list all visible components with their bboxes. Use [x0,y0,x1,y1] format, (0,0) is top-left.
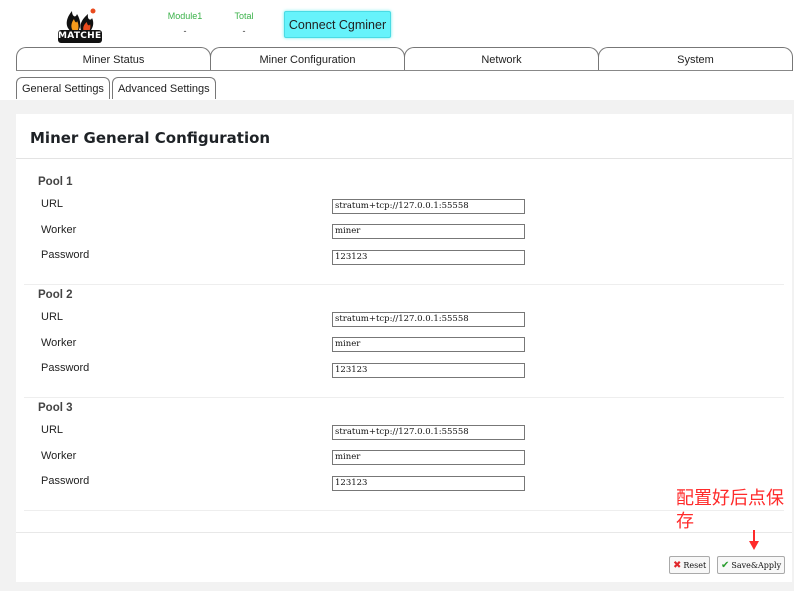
url-label: URL [41,424,64,436]
total-stat: Total - [230,11,258,36]
subtab-advanced-settings[interactable]: Advanced Settings [111,77,216,99]
arrow-down-icon [749,530,759,550]
annotation-text: 配置好后点保存 [676,488,784,532]
subtab-general-settings[interactable]: General Settings [16,77,110,99]
pool-2-url-input[interactable]: stratum+tcp://127.0.0.1:55558 [332,312,525,327]
matches-logo: MATCHES [58,5,109,45]
tab-system[interactable]: System [598,47,793,71]
worker-label: Worker [41,450,77,462]
password-label: Password [41,362,90,374]
pool-3-url-input[interactable]: stratum+tcp://127.0.0.1:55558 [332,425,525,440]
module1-stat: Module1 - [165,11,205,36]
pool-divider [24,284,784,285]
panel-title: Miner General Configuration [30,129,271,147]
password-label: Password [41,475,90,487]
pool-2-worker-input[interactable]: miner [332,337,525,352]
flame-icon [66,8,96,32]
main-tab-bar: Miner Status Miner Configuration Network… [16,47,793,71]
checkmark-icon: ✔ [721,559,730,571]
logo-text: MATCHES [58,30,109,43]
title-divider [16,158,792,159]
pool-2-section: Pool 2 URL stratum+tcp://127.0.0.1:55558… [16,289,792,406]
save-label: Save&Apply [731,560,782,570]
connect-cgminer-button[interactable]: Connect Cgminer [284,11,391,38]
pool-2-password-input[interactable]: 123123 [332,363,525,378]
tab-miner-configuration[interactable]: Miner Configuration [210,47,405,71]
close-icon: ✖ [673,559,682,571]
worker-label: Worker [41,224,77,236]
pool-1-worker-input[interactable]: miner [332,224,525,239]
sub-tab-bar: General Settings Advanced Settings [16,77,218,99]
url-label: URL [41,198,64,210]
pool-title: Pool 3 [38,402,73,414]
pool-1-url-input[interactable]: stratum+tcp://127.0.0.1:55558 [332,199,525,214]
pool-divider [24,510,784,511]
password-label: Password [41,249,90,261]
worker-label: Worker [41,337,77,349]
tab-network[interactable]: Network [404,47,599,71]
save-apply-button[interactable]: ✔ Save&Apply [717,556,786,574]
url-label: URL [41,311,64,323]
reset-button[interactable]: ✖ Reset [669,556,711,574]
pool-1-section: Pool 1 URL stratum+tcp://127.0.0.1:55558… [16,176,792,293]
tab-bar-divider [16,70,792,71]
module1-label: Module1 [167,11,203,21]
reset-label: Reset [683,560,707,570]
pool-title: Pool 2 [38,289,73,301]
pool-divider [24,397,784,398]
pool-3-password-input[interactable]: 123123 [332,476,525,491]
total-value: - [242,26,246,36]
pool-title: Pool 1 [38,176,73,188]
pool-1-password-input[interactable]: 123123 [332,250,525,265]
tab-miner-status[interactable]: Miner Status [16,47,211,71]
pool-3-worker-input[interactable]: miner [332,450,525,465]
module1-value: - [183,26,187,36]
total-label: Total [234,11,254,21]
